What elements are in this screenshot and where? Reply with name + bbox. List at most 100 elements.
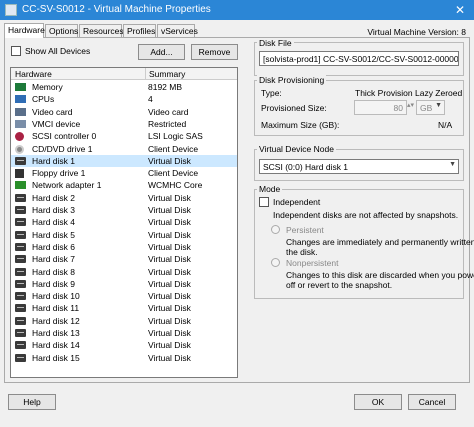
hardware-name: CD/DVD drive 1 <box>32 143 93 154</box>
provisioned-size-label: Provisioned Size: <box>261 103 327 113</box>
hard-disk-icon <box>15 329 26 337</box>
tab-resources[interactable]: Resources <box>79 24 124 38</box>
hard-disk-icon <box>15 218 26 227</box>
tab-options[interactable]: Options <box>45 24 78 38</box>
hardware-summary: Virtual Disk <box>148 266 191 277</box>
hardware-row[interactable]: Memory 8192 MB <box>11 81 237 93</box>
hardware-summary: Client Device <box>148 168 199 179</box>
floppy-icon <box>15 169 24 179</box>
hardware-name: Video card <box>32 106 73 117</box>
independent-checkbox[interactable] <box>259 197 269 207</box>
hardware-row[interactable]: Hard disk 13 Virtual Disk <box>11 327 237 339</box>
window-title: CC-SV-S0012 - Virtual Machine Properties <box>22 4 211 15</box>
persistent-description-line2: the disk. <box>286 247 318 257</box>
hardware-summary: Virtual Disk <box>148 352 191 363</box>
hardware-summary: Virtual Disk <box>148 303 191 314</box>
help-button[interactable]: Help <box>8 394 56 410</box>
mode-title: Mode <box>257 184 283 194</box>
size-spinner-icon[interactable]: ▴▾ <box>407 101 414 109</box>
ok-button[interactable]: OK <box>354 394 402 410</box>
hardware-summary: Virtual Disk <box>148 340 191 351</box>
hardware-row[interactable]: Hard disk 5 Virtual Disk <box>11 229 237 241</box>
hardware-summary: Virtual Disk <box>148 205 191 215</box>
hardware-name: SCSI controller 0 <box>32 131 97 142</box>
hard-disk-icon <box>15 267 26 276</box>
hardware-row[interactable]: Hard disk 10 Virtual Disk <box>11 290 237 302</box>
hardware-row[interactable]: Hard disk 8 Virtual Disk <box>11 266 237 278</box>
size-unit-value: GB <box>420 103 433 113</box>
hardware-name: Hard disk 6 <box>32 241 75 252</box>
hardware-name: Hard disk 2 <box>32 192 75 203</box>
cpu-icon <box>15 95 26 104</box>
hardware-row[interactable]: Hard disk 4 Virtual Disk <box>11 216 237 228</box>
close-icon[interactable]: ✕ <box>446 0 474 20</box>
virtual-device-node-select[interactable]: SCSI (0:0) Hard disk 1 ▼ <box>259 159 459 174</box>
title-bar: CC-SV-S0012 - Virtual Machine Properties… <box>0 0 474 20</box>
nonpersistent-description-line1: Changes to this disk are discarded when … <box>286 270 474 280</box>
tab-profiles[interactable]: Profiles <box>123 24 156 38</box>
hardware-row[interactable]: CPUs 4 <box>11 93 237 105</box>
hardware-name: CPUs <box>32 94 55 105</box>
hardware-row[interactable]: Network adapter 1 WCMHC Core <box>11 179 237 191</box>
cancel-button[interactable]: Cancel <box>408 394 456 410</box>
hardware-name: Hard disk 7 <box>32 254 75 265</box>
hard-disk-icon <box>15 156 26 165</box>
tab-vservices[interactable]: vServices <box>157 24 198 38</box>
hard-disk-icon <box>15 242 26 251</box>
hardware-row[interactable]: Hard disk 1 Virtual Disk <box>11 154 237 168</box>
virtual-device-node-value: SCSI (0:0) Hard disk 1 <box>263 162 349 172</box>
hardware-summary: LSI Logic SAS <box>148 131 203 142</box>
hardware-summary: Virtual Disk <box>148 192 191 203</box>
hardware-panel: Show All Devices Add... Remove Hardware … <box>4 37 474 383</box>
persistent-label: Persistent <box>286 225 324 235</box>
hardware-row[interactable]: SCSI controller 0 LSI Logic SAS <box>11 130 237 142</box>
disk-file-title: Disk File <box>257 38 294 48</box>
hardware-row[interactable]: Hard disk 2 Virtual Disk <box>11 192 237 204</box>
hard-disk-icon <box>15 230 26 239</box>
hardware-row[interactable]: Hard disk 6 Virtual Disk <box>11 241 237 253</box>
disk-provisioning-title: Disk Provisioning <box>257 75 327 85</box>
hard-disk-icon <box>15 304 26 313</box>
tab-hardware[interactable]: Hardware <box>4 23 45 38</box>
hard-disk-icon <box>15 255 26 264</box>
column-header-hardware[interactable]: Hardware <box>15 69 52 79</box>
video-card-icon <box>15 107 26 116</box>
hardware-row[interactable]: Hard disk 12 Virtual Disk <box>11 315 237 327</box>
hardware-name: Hard disk 3 <box>32 205 75 215</box>
hardware-row[interactable]: Hard disk 14 Virtual Disk <box>11 339 237 351</box>
hardware-row[interactable]: Hard disk 11 Virtual Disk <box>11 302 237 314</box>
hardware-row[interactable]: VMCI device Restricted <box>11 118 237 130</box>
hardware-summary: Video card <box>148 106 189 117</box>
size-unit-select[interactable]: GB ▼ <box>416 100 445 115</box>
hardware-summary: Virtual Disk <box>148 241 191 252</box>
hardware-summary: Virtual Disk <box>148 155 191 166</box>
memory-icon <box>15 83 26 91</box>
column-header-summary[interactable]: Summary <box>149 69 185 79</box>
remove-button[interactable]: Remove <box>191 44 238 60</box>
nonpersistent-radio[interactable] <box>271 258 280 267</box>
hardware-name: Hard disk 12 <box>32 315 80 326</box>
nonpersistent-description-line2: off or revert to the snapshot. <box>286 280 393 290</box>
hardware-row[interactable]: Video card Video card <box>11 106 237 118</box>
hardware-row[interactable]: CD/DVD drive 1 Client Device <box>11 143 237 155</box>
hardware-row[interactable]: Floppy drive 1 Client Device <box>11 167 237 179</box>
hardware-summary: Client Device <box>148 143 199 154</box>
hard-disk-icon <box>15 279 26 288</box>
hardware-row[interactable]: Hard disk 15 Virtual Disk <box>11 352 237 364</box>
hardware-summary: Virtual Disk <box>148 229 191 240</box>
hardware-summary: Virtual Disk <box>148 217 191 228</box>
provisioned-size-input[interactable]: 80 <box>354 100 407 115</box>
hardware-list[interactable]: Hardware Summary Memory 8192 MB CPUs 4 Video… <box>10 67 238 378</box>
show-all-devices-checkbox[interactable] <box>11 46 21 56</box>
hardware-name: Hard disk 5 <box>32 229 75 240</box>
hard-disk-icon <box>15 193 26 202</box>
hardware-summary: WCMHC Core <box>148 180 203 191</box>
provisioned-size-value: 80 <box>393 103 403 113</box>
network-adapter-icon <box>15 181 26 190</box>
hardware-row[interactable]: Hard disk 3 Virtual Disk <box>11 204 237 216</box>
persistent-radio[interactable] <box>271 225 280 234</box>
hardware-row[interactable]: Hard disk 9 Virtual Disk <box>11 278 237 290</box>
hardware-row[interactable]: Hard disk 7 Virtual Disk <box>11 253 237 265</box>
hard-disk-icon <box>15 316 26 325</box>
add-button[interactable]: Add... <box>138 44 185 60</box>
